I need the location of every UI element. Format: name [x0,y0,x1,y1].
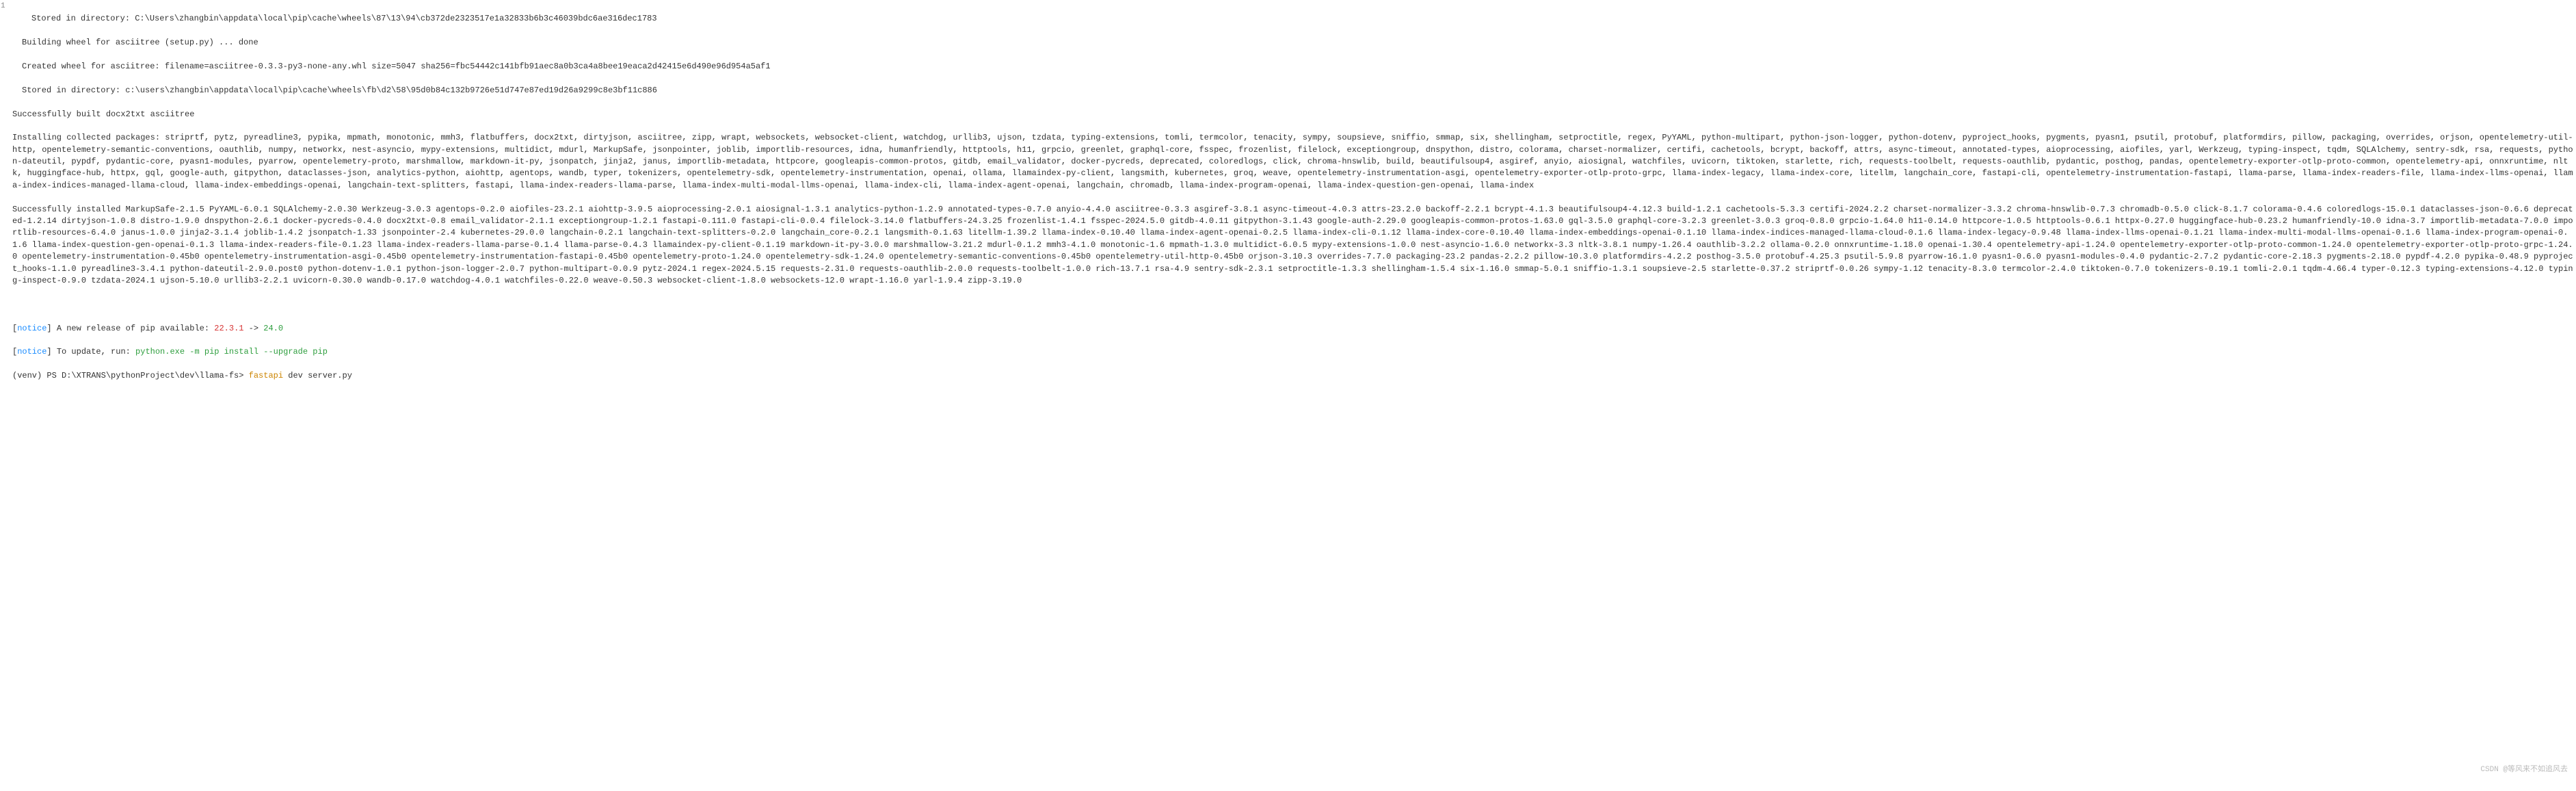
gutter-cell: 1 [1,1,5,12]
prompt-line[interactable]: (venv) PS D:\XTRANS\pythonProject\dev\ll… [12,370,2576,382]
output-line: Stored in directory: C:\Users\zhangbin\a… [12,13,2576,25]
prompt-path: (venv) PS D:\XTRANS\pythonProject\dev\ll… [12,371,249,380]
blank-line [12,299,2576,311]
output-line: Successfully installed MarkupSafe-2.1.5 … [12,204,2576,287]
output-line: Installing collected packages: striprtf,… [12,132,2576,192]
notice-tag: notice [17,347,47,356]
terminal-output[interactable]: Stored in directory: C:\Users\zhangbin\a… [0,0,2576,396]
output-line: Building wheel for asciitree (setup.py) … [12,37,2576,49]
notice-line: [notice] To update, run: python.exe -m p… [12,346,2576,358]
notice-tag: notice [17,324,47,333]
gutter: 1 [0,0,10,791]
pip-version-new: 24.0 [263,324,283,333]
output-line: Created wheel for asciitree: filename=as… [12,61,2576,73]
pip-version-old: 22.3.1 [214,324,243,333]
prompt-args: dev server.py [283,371,352,380]
pip-upgrade-command: python.exe -m pip install --upgrade pip [135,347,328,356]
watermark: CSDN @等风来不如追风去 [2480,765,2568,776]
output-line: Successfully built docx2txt asciitree [12,109,2576,120]
output-line: Stored in directory: c:\users\zhangbin\a… [12,85,2576,96]
prompt-command: fastapi [249,371,283,380]
notice-line: [notice] A new release of pip available:… [12,323,2576,335]
